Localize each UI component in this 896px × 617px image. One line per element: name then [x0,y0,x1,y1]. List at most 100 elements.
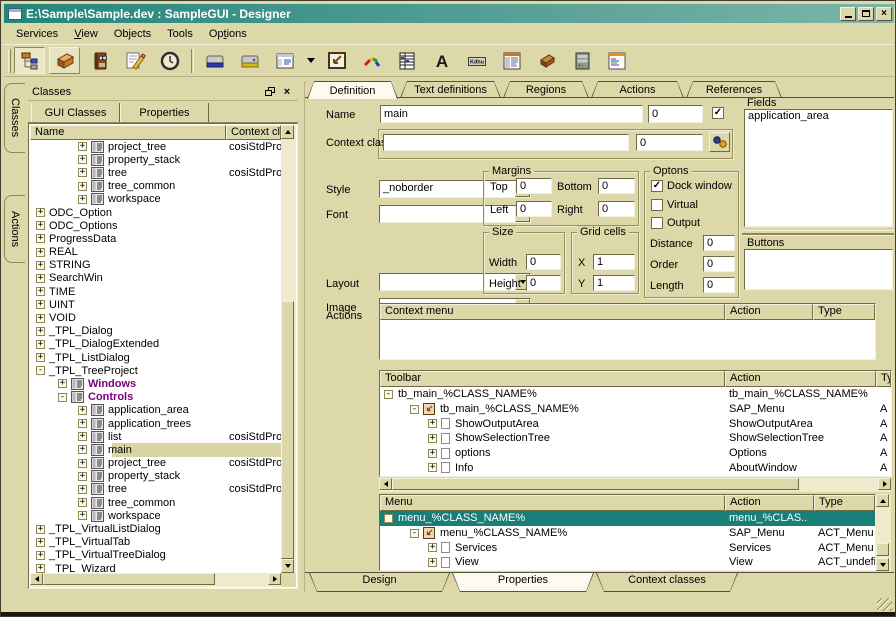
tree-item[interactable]: +project_treecosiStdProje [30,457,281,470]
bottom-tab-properties[interactable]: Properties [452,573,594,592]
toolbar-table-row[interactable]: -tb_main_%CLASS_NAME%SAP_MenuA [380,402,891,417]
expand-toggle[interactable]: + [36,327,45,336]
tree-item[interactable]: +TIME [30,285,281,298]
expand-toggle[interactable]: + [36,221,45,230]
expand-toggle[interactable]: - [384,514,393,523]
tree-item[interactable]: +treecosiStdProje [30,483,281,496]
output-option[interactable]: Output [651,217,700,229]
expand-toggle[interactable]: + [78,472,87,481]
tree-item[interactable]: +REAL [30,246,281,259]
expand-toggle[interactable]: + [428,463,437,472]
name-checkbox[interactable]: ✓ [712,107,724,119]
margin-top-input[interactable] [516,178,552,194]
scroll-thumb[interactable] [876,543,889,556]
grid-y-input[interactable] [593,275,635,291]
tree-item[interactable]: +property_stack [30,153,281,166]
tree-item[interactable]: +project_treecosiStdProje [30,140,281,153]
scroll-down-button[interactable] [876,558,889,571]
menu-table-row[interactable]: -menu_%CLASS_NAME%SAP_MenuACT_Menu [380,526,875,541]
server-icon[interactable] [566,47,597,74]
dock-window-checkbox[interactable]: ✓ [651,180,663,192]
expand-toggle[interactable]: + [78,182,87,191]
expand-toggle[interactable]: + [36,261,45,270]
expand-toggle[interactable]: + [36,314,45,323]
expand-toggle[interactable]: - [410,405,419,414]
resize-grip[interactable] [877,598,892,611]
menu-table-vertical-scrollbar[interactable] [876,494,891,571]
tree-item[interactable]: +ProgressData [30,232,281,245]
tree-item[interactable]: +_TPL_VirtualTreeDialog [30,549,281,562]
bottom-tab-design[interactable]: Design [309,573,450,592]
tab-actions[interactable]: Actions [591,81,684,98]
column-header-type[interactable]: Type [876,371,891,387]
tree-item[interactable]: +UINT [30,298,281,311]
menu-options[interactable]: Options [201,27,255,41]
grid-window-icon[interactable] [496,47,527,74]
tree-item[interactable]: +_TPL_DialogExtended [30,338,281,351]
tree-item[interactable]: +property_stack [30,470,281,483]
height-input[interactable] [526,275,561,291]
expand-toggle[interactable]: + [78,168,87,177]
scroll-thumb[interactable] [281,301,294,559]
tree-item[interactable]: +main [30,443,281,456]
dock-tab-classes[interactable]: Classes [4,83,25,153]
scroll-down-button[interactable] [281,559,294,573]
expand-toggle[interactable]: + [78,432,87,441]
table-icon[interactable] [391,47,422,74]
margin-left-input[interactable] [516,201,552,217]
dock-window-option[interactable]: ✓ Dock window [651,180,732,192]
close-button[interactable]: × [876,7,892,21]
expand-toggle[interactable]: + [78,459,87,468]
scroll-up-button[interactable] [281,125,294,139]
titlebar[interactable]: E:\Sample\Sample.dev : SampleGUI - Desig… [4,4,894,23]
expand-toggle[interactable]: - [58,393,67,402]
tree-item[interactable]: +STRING [30,259,281,272]
column-header-type[interactable]: Type [814,495,875,511]
tree-item[interactable]: -_TPL_TreeProject [30,364,281,377]
column-header-toolbar[interactable]: Toolbar [380,371,725,387]
virtual-option[interactable]: Virtual [651,199,698,211]
expand-toggle[interactable]: + [428,419,437,428]
fields-listbox[interactable]: application_area [744,109,893,227]
expand-toggle[interactable]: + [428,434,437,443]
expand-toggle[interactable]: + [36,353,45,362]
drive-yellow-icon[interactable] [234,47,265,74]
tree-item[interactable]: +treecosiStdProje [30,166,281,179]
tree-item[interactable]: +listcosiStdProje [30,430,281,443]
dock-tab-actions[interactable]: Actions [4,195,25,263]
ribbon-icon[interactable] [356,47,387,74]
expand-toggle[interactable]: - [384,390,393,399]
expand-toggle[interactable]: + [78,155,87,164]
context-class-number-input[interactable] [636,134,703,151]
toolbar-table-row[interactable]: +ShowSelectionTreeShowSelectionTreeA [380,431,891,446]
expand-toggle[interactable]: - [36,366,45,375]
output-checkbox[interactable] [651,217,663,229]
tree-item[interactable]: +ODC_Options [30,219,281,232]
order-input[interactable] [703,256,735,272]
tree-item[interactable]: +_TPL_Wizard [30,562,281,573]
distance-input[interactable] [703,235,735,251]
expand-toggle[interactable]: + [428,543,437,552]
expand-toggle[interactable]: + [36,248,45,257]
tree-item[interactable]: +_TPL_ListDialog [30,351,281,364]
tree-item[interactable]: +VOID [30,311,281,324]
margin-right-input[interactable] [598,201,635,217]
column-header-action[interactable]: Action [725,371,876,387]
expand-toggle[interactable]: + [428,449,437,458]
buttons-listbox[interactable] [744,249,893,290]
expand-toggle[interactable]: - [410,529,419,538]
menu-tools[interactable]: Tools [159,27,201,41]
column-header-context-menu[interactable]: Context menu [380,304,725,320]
context-class-lookup-button[interactable] [709,132,730,152]
expand-toggle[interactable]: + [36,287,45,296]
expand-toggle[interactable]: + [78,406,87,415]
tree-item[interactable]: +tree_common [30,180,281,193]
menu-view[interactable]: View [66,27,106,41]
context-class-input[interactable] [383,134,629,151]
scroll-thumb[interactable] [392,478,799,490]
toolbar-table-row[interactable]: +ShowOutputAreaShowOutputAreaA [380,416,891,431]
expand-toggle[interactable]: + [36,538,45,547]
length-input[interactable] [703,277,735,293]
menu-table-row[interactable]: +ViewViewACT_undefi.. [380,555,875,570]
tree-item[interactable]: +Windows [30,377,281,390]
